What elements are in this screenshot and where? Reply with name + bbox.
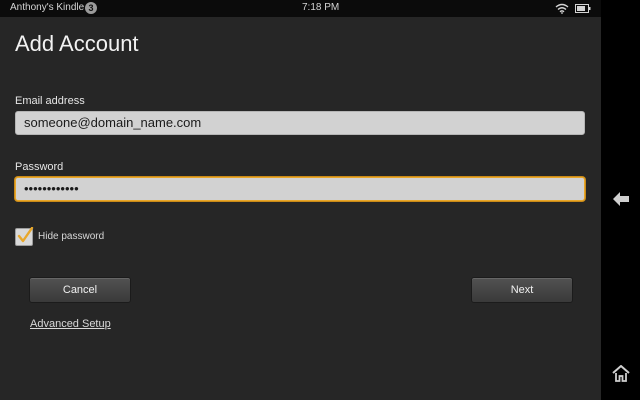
password-field[interactable]: •••••••••••• — [15, 177, 585, 201]
email-label: Email address — [15, 95, 85, 107]
hide-password-checkbox[interactable] — [15, 226, 34, 249]
wifi-icon — [555, 3, 569, 17]
side-navigation-bar — [601, 0, 640, 400]
back-arrow-icon[interactable] — [612, 191, 630, 212]
next-button[interactable]: Next — [471, 277, 573, 303]
notification-badge[interactable]: 3 — [85, 2, 97, 14]
kindle-screen: Anthony's Kindle 3 7:18 PM Add Account E… — [0, 0, 640, 400]
hide-password-label[interactable]: Hide password — [38, 231, 104, 242]
email-field[interactable]: someone@domain_name.com — [15, 111, 585, 135]
device-name: Anthony's Kindle — [10, 2, 85, 13]
advanced-setup-link[interactable]: Advanced Setup — [30, 318, 111, 330]
battery-icon — [575, 4, 591, 16]
cancel-button[interactable]: Cancel — [29, 277, 131, 303]
password-label: Password — [15, 161, 64, 173]
page-title: Add Account — [15, 31, 139, 56]
checkmark-icon — [17, 226, 34, 249]
status-clock: 7:18 PM — [302, 2, 340, 13]
status-bar: Anthony's Kindle 3 7:18 PM — [0, 0, 601, 17]
add-account-panel: Add Account Email address someone@domain… — [0, 17, 601, 400]
home-icon[interactable] — [612, 364, 630, 387]
